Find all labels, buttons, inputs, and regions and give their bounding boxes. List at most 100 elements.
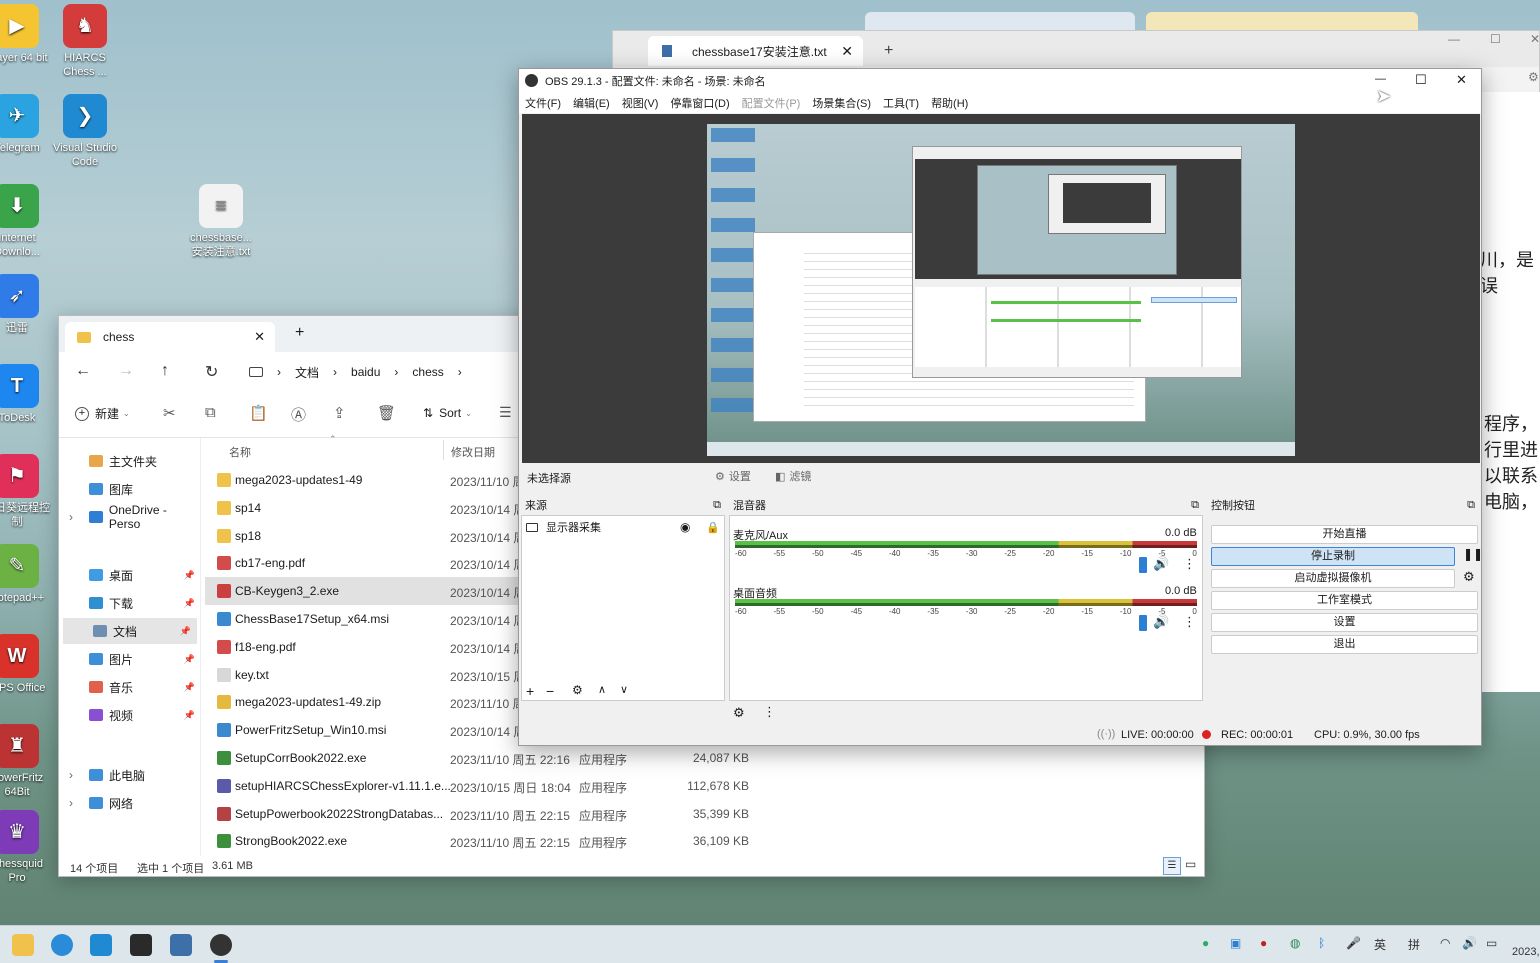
delete-icon[interactable]: 🗑 [377, 404, 396, 422]
breadcrumb[interactable]: › 文档 › baidu › chess › [249, 361, 462, 383]
tiles-view-icon[interactable]: ▭ [1185, 857, 1196, 871]
undock-icon[interactable]: ⧉ [713, 499, 721, 512]
file-row[interactable]: SetupPowerbook2022StrongDatabas... 2023/1… [205, 800, 1205, 828]
control-button[interactable]: 设置 [1211, 613, 1478, 632]
desktop-icon[interactable]: ♜ PowerFritz 64Bit [0, 724, 52, 799]
chevron-right-icon[interactable]: › [69, 768, 73, 782]
speaker-icon[interactable]: 🔊 [1153, 614, 1169, 630]
cut-icon[interactable]: ✂ [163, 404, 176, 422]
file-row[interactable]: SetupCorrBook2022.exe 2023/11/10 周五 22:16… [205, 744, 1205, 772]
minimize-icon[interactable]: — [1375, 73, 1386, 85]
source-item[interactable]: 显示器采集 ◉ 🔒 [522, 518, 724, 536]
control-button[interactable]: 开始直播 [1211, 525, 1478, 544]
desktop-icon[interactable]: W WPS Office [0, 634, 52, 695]
volume-slider[interactable] [1139, 615, 1147, 631]
desktop-icon[interactable]: ≡ chessbase... 安装注意.txt [186, 184, 256, 259]
close-icon[interactable]: ✕ [1530, 32, 1540, 46]
sidebar-item[interactable]: › 网络 [59, 790, 201, 816]
tray-wechat-icon[interactable]: ● [1202, 936, 1209, 950]
bluetooth-icon[interactable]: ᛒ [1318, 936, 1325, 950]
clock[interactable]: 2023, [1512, 946, 1540, 958]
tray-ime[interactable]: 拼 [1408, 936, 1420, 953]
tray-language[interactable]: 英 [1374, 936, 1386, 953]
menu-item[interactable]: 帮助(H) [931, 95, 968, 111]
control-button[interactable]: 停止录制 [1211, 547, 1455, 566]
explorer-tab[interactable]: chess ✕ [65, 322, 275, 352]
sidebar-item[interactable]: 音乐 📌 [59, 674, 201, 700]
refresh-icon[interactable]: ↻ [205, 362, 218, 382]
notepadpp-taskbar-icon[interactable] [130, 934, 152, 956]
desktop-icon[interactable]: ▶ Player 64 bit [0, 4, 52, 65]
menu-item[interactable]: 视图(V) [622, 95, 659, 111]
gear-icon[interactable]: ⚙ [572, 683, 583, 697]
file-row[interactable]: StrongBook2022.exe 2023/11/10 周五 22:15 应用程… [205, 827, 1205, 855]
rename-icon[interactable]: Ⓐ [291, 404, 306, 425]
wifi-icon[interactable]: ◠ [1440, 936, 1450, 950]
more-vertical-icon[interactable]: ⋮ [1183, 556, 1196, 572]
breadcrumb-item[interactable]: 文档 [295, 364, 319, 381]
desktop-icon[interactable]: ♞ HIARCS Chess ... [50, 4, 120, 79]
new-tab-icon[interactable]: + [884, 42, 893, 60]
desktop-icon[interactable]: ➶ 迅雷 [0, 274, 52, 335]
sort-button[interactable]: ⇅ Sort ⌄ [423, 406, 472, 420]
tray-app-icon[interactable]: ▣ [1230, 936, 1241, 950]
back-arrow-icon[interactable]: ← [75, 362, 91, 380]
desktop-icon[interactable]: ❯ Visual Studio Code [50, 94, 120, 169]
minimize-icon[interactable]: — [1448, 32, 1460, 46]
notepad-tab[interactable]: chessbase17安装注意.txt ✕ [648, 36, 863, 66]
more-vertical-icon[interactable]: ⋮ [763, 704, 776, 720]
move-up-icon[interactable]: ∧ [598, 683, 606, 696]
menu-item[interactable]: 文件(F) [525, 95, 561, 111]
forward-arrow-icon[interactable]: → [118, 362, 134, 380]
sidebar-item[interactable]: 视频 📌 [59, 702, 201, 728]
details-view-icon[interactable]: ☰ [1163, 857, 1181, 875]
move-down-icon[interactable]: ∨ [620, 683, 628, 696]
view-icon[interactable]: ☰ [499, 404, 512, 421]
desktop-icon[interactable]: ⚑ 向日葵远程控制 [0, 454, 52, 529]
speaker-icon[interactable]: 🔊 [1153, 556, 1169, 572]
sidebar-item[interactable]: 图库 [59, 476, 201, 502]
mixer-settings-icon[interactable]: ⚙ [733, 705, 745, 721]
file-explorer-taskbar-icon[interactable] [12, 934, 34, 956]
desktop-icon[interactable]: T ToDesk [0, 364, 52, 425]
sidebar-item[interactable]: 图片 📌 [59, 646, 201, 672]
paste-icon[interactable]: 📋 [249, 404, 268, 422]
new-button[interactable]: + 新建 ⌄ [75, 405, 130, 422]
copy-icon[interactable]: ⧉ [205, 404, 216, 421]
new-tab-icon[interactable]: + [295, 324, 304, 342]
obs-taskbar-icon[interactable] [210, 934, 232, 956]
desktop-icon[interactable]: ✎ Notepad++ [0, 544, 52, 605]
undock-icon[interactable]: ⧉ [1191, 499, 1199, 512]
obs-preview[interactable] [522, 114, 1480, 463]
eye-icon[interactable]: ◉ [680, 520, 690, 534]
desktop-icon[interactable]: ⬇ Internet Downlo... [0, 184, 52, 259]
menu-item[interactable]: 编辑(E) [573, 95, 610, 111]
remove-icon[interactable]: − [546, 683, 554, 699]
tray-app-icon[interactable]: ● [1260, 936, 1267, 950]
desktop-icon[interactable]: ✈ Telegram [0, 94, 52, 155]
close-icon[interactable]: ✕ [254, 329, 265, 345]
menu-item[interactable]: 配置文件(P) [742, 95, 801, 111]
up-arrow-icon[interactable]: ↑ [161, 362, 169, 380]
pause-icon[interactable]: ❚❚ [1463, 547, 1483, 561]
add-icon[interactable]: + [526, 683, 534, 699]
vscode-taskbar-icon[interactable] [90, 934, 112, 956]
sidebar-item[interactable]: 桌面 📌 [59, 562, 201, 588]
desktop-icon[interactable]: ♛ Chessquid Pro [0, 810, 52, 885]
menu-item[interactable]: 停靠窗口(D) [670, 95, 729, 111]
battery-icon[interactable]: ▭ [1486, 936, 1497, 950]
lock-icon[interactable]: 🔒 [706, 521, 720, 534]
gear-icon[interactable]: ⚙ [1528, 70, 1539, 84]
sidebar-item[interactable]: 下载 📌 [59, 590, 201, 616]
file-row[interactable]: setupHIARCSChessExplorer-v1.11.1.e... 202… [205, 772, 1205, 800]
column-header-name[interactable]: 名称 [229, 444, 251, 460]
sidebar-item[interactable]: 文档 📌 [63, 618, 197, 644]
sidebar-item[interactable]: › OneDrive - Perso [59, 503, 201, 531]
microphone-icon[interactable]: 🎤 [1346, 936, 1361, 950]
control-button[interactable]: 启动虚拟摄像机 [1211, 569, 1455, 588]
chevron-right-icon[interactable]: › [69, 510, 73, 524]
more-vertical-icon[interactable]: ⋮ [1183, 614, 1196, 630]
breadcrumb-item[interactable]: baidu [351, 365, 380, 379]
tray-app-icon[interactable]: ◍ [1290, 936, 1300, 950]
column-header-modified[interactable]: 修改日期 [451, 444, 495, 460]
